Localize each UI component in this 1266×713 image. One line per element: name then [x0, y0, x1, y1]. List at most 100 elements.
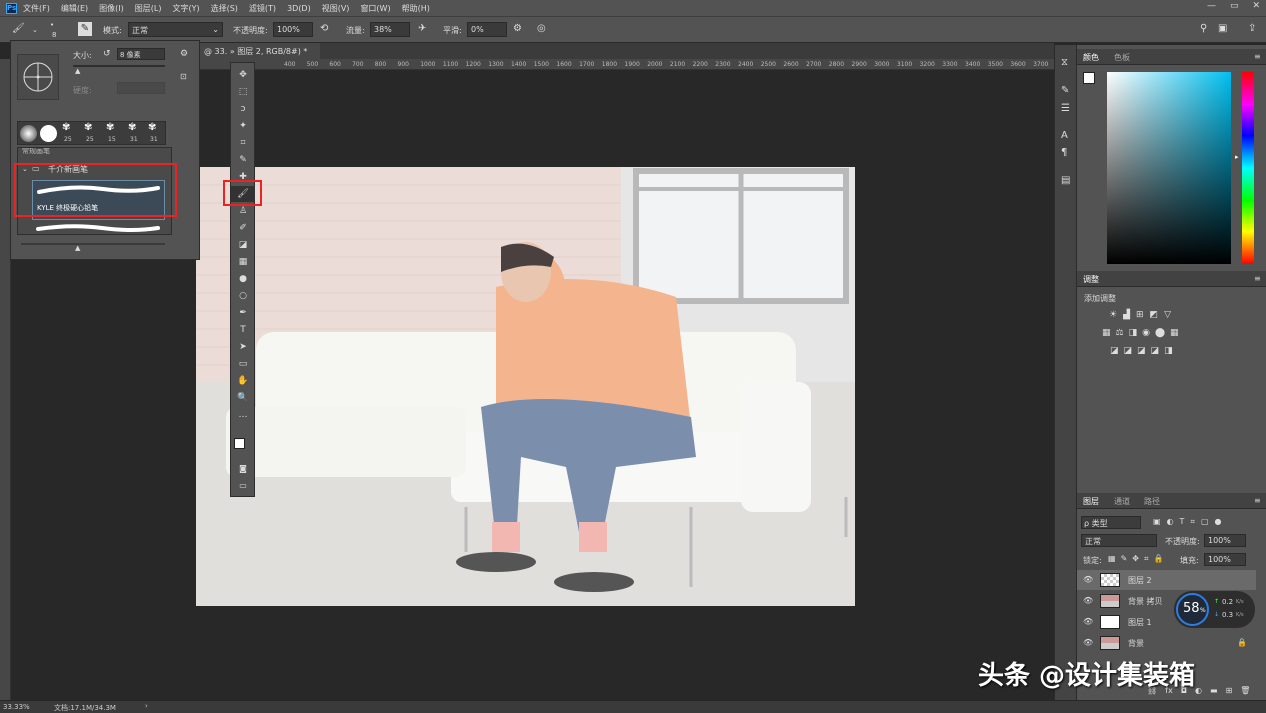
brush-group-collapsed[interactable]: 常规画笔 [22, 148, 50, 156]
chevron-down-icon[interactable]: ⌄ [22, 165, 28, 173]
grass-brush-icon[interactable]: ✾ [148, 122, 156, 133]
foreground-color-swatch[interactable] [234, 438, 245, 449]
hard-round-brush[interactable] [40, 125, 57, 142]
blur-icon[interactable]: ● [231, 271, 255, 287]
crop-icon[interactable]: ⌗ [231, 135, 255, 151]
marquee-icon[interactable]: ⬚ [231, 84, 255, 100]
foreground-color-swatch[interactable] [1083, 72, 1095, 84]
tab-channels[interactable]: 通道 [1114, 496, 1130, 507]
history-brush-icon[interactable]: ✐ [231, 220, 255, 236]
lock-artboard-icon[interactable]: ⌗ [1144, 554, 1149, 564]
gradient-icon[interactable]: ▦ [231, 254, 255, 270]
grass-brush-icon[interactable]: ✾ [84, 122, 92, 133]
hand-icon[interactable]: ✋ [231, 373, 255, 389]
flow-input[interactable]: 38% [370, 22, 410, 37]
mode-select[interactable]: 正常 ⌄ [128, 22, 223, 37]
size-slider[interactable] [73, 65, 165, 67]
search-icon[interactable]: ⚲ [1200, 23, 1207, 34]
gradient-map-icon[interactable]: ◪ [1151, 346, 1160, 356]
soft-round-brush[interactable] [20, 125, 37, 142]
properties-icon[interactable]: ☰ [1061, 103, 1070, 114]
folder-icon[interactable]: ▬ [1210, 686, 1218, 695]
lasso-icon[interactable]: ↄ [231, 101, 255, 117]
color-balance-icon[interactable]: ⚖ [1116, 328, 1124, 338]
black-white-icon[interactable]: ◨ [1129, 328, 1138, 338]
new-preset-icon[interactable]: ⊡ [180, 72, 187, 81]
smart-filter-icon[interactable]: ▢ [1201, 517, 1209, 527]
eyedropper-icon[interactable]: ✎ [231, 152, 255, 168]
brush-icon[interactable]: 🖌 [231, 186, 255, 202]
chevron-down-icon[interactable]: ⌄ [32, 26, 38, 34]
preview-slider-thumb[interactable]: ▲ [75, 244, 80, 252]
menu-3d[interactable]: 3D(D) [287, 4, 311, 13]
color-picker-field[interactable] [1107, 72, 1231, 264]
layer-row[interactable]: 👁 背景 🔒 [1077, 633, 1256, 653]
tab-overflow-icon[interactable]: » [230, 47, 235, 56]
menu-select[interactable]: 选择(S) [211, 3, 238, 14]
adjust-icon[interactable]: ◐ [1195, 686, 1202, 695]
tab-adjustments[interactable]: 调整 [1083, 274, 1099, 285]
canvas-image[interactable] [196, 167, 855, 606]
brush-dot-icon[interactable]: • [50, 21, 54, 29]
screen-mode-icon[interactable]: ▭ [231, 478, 255, 494]
dodge-icon[interactable]: ○ [231, 288, 255, 304]
eye-icon[interactable]: 👁 [1083, 638, 1093, 647]
vibrance-icon[interactable]: ▽ [1164, 310, 1171, 320]
panel-menu-icon[interactable]: ≡ [1254, 52, 1261, 61]
blend-mode-select[interactable]: 正常 [1081, 534, 1157, 547]
rectangle-icon[interactable]: ▭ [231, 356, 255, 372]
path-select-icon[interactable]: ➤ [231, 339, 255, 355]
workspace-icon[interactable]: ▣ [1218, 23, 1227, 34]
photo-filter-icon[interactable]: ◉ [1142, 328, 1150, 338]
adjust-filter-icon[interactable]: ◐ [1167, 517, 1174, 527]
pen-icon[interactable]: ✒ [231, 305, 255, 321]
pressure-opacity-icon[interactable]: ⟲ [320, 23, 328, 34]
hue-slider-thumb[interactable]: ▸ [1235, 153, 1239, 161]
eye-icon[interactable]: 👁 [1083, 575, 1093, 584]
menu-file[interactable]: 文件(F) [23, 3, 50, 14]
stamp-icon[interactable]: ♙ [231, 203, 255, 219]
airbrush-icon[interactable]: ✈ [418, 23, 426, 34]
shape-filter-icon[interactable]: ⌗ [1190, 517, 1195, 527]
panel-menu-icon[interactable]: ≡ [1254, 274, 1261, 283]
reset-size-icon[interactable]: ↺ [103, 49, 111, 59]
brush-settings-icon[interactable]: ✎ [1061, 85, 1069, 96]
panel-menu-icon[interactable]: ≡ [1254, 496, 1261, 505]
gear-icon[interactable]: ⚙ [180, 49, 188, 59]
brightness-icon[interactable]: ☀ [1109, 310, 1117, 320]
minimize-button[interactable]: — [1207, 1, 1216, 11]
type-filter-icon[interactable]: T [1180, 517, 1185, 527]
menu-layer[interactable]: 图层(L) [135, 3, 162, 14]
brush-tool-preset-icon[interactable]: 🖌 [12, 23, 25, 34]
status-menu-arrow-icon[interactable]: › [145, 702, 148, 710]
layer-opacity-input[interactable]: 100% [1204, 534, 1246, 547]
menu-edit[interactable]: 编辑(E) [61, 3, 88, 14]
levels-icon[interactable]: ▟ [1123, 310, 1130, 320]
tab-paths[interactable]: 路径 [1144, 496, 1160, 507]
healing-icon[interactable]: ✚ [231, 169, 255, 185]
network-speed-widget[interactable]: 58 % ↑ 0.2 K/s ↓ 0.3 K/s [1174, 591, 1255, 628]
selective-color-icon[interactable]: ◨ [1164, 346, 1173, 356]
threshold-icon[interactable]: ◪ [1137, 346, 1146, 356]
restore-button[interactable]: ▭ [1230, 1, 1239, 11]
color-lookup-icon[interactable]: ▦ [1170, 328, 1179, 338]
pixel-filter-icon[interactable]: ▣ [1153, 517, 1161, 527]
brush-group-open[interactable]: 千介新画笔 [48, 164, 88, 175]
new-layer-icon[interactable]: ⊞ [1226, 686, 1233, 695]
zoom-icon[interactable]: 🔍 [231, 390, 255, 406]
curves-icon[interactable]: ⊞ [1136, 310, 1144, 320]
menu-view[interactable]: 视图(V) [322, 3, 350, 14]
menu-help[interactable]: 帮助(H) [402, 3, 430, 14]
smoothing-input[interactable]: 0% [467, 22, 507, 37]
hue-slider[interactable] [1242, 72, 1254, 264]
brush-size-badge[interactable]: 8 [52, 31, 56, 39]
posterize-icon[interactable]: ◪ [1124, 346, 1133, 356]
ruler-horizontal[interactable]: 400 500 600 700 800 900 1000 1100 1200 1300 1400 15… [196, 59, 1054, 70]
layer-row[interactable]: 👁 图层 2 [1077, 570, 1256, 590]
hue-sat-icon[interactable]: ▦ [1102, 328, 1111, 338]
eye-icon[interactable]: 👁 [1083, 596, 1093, 605]
gear-icon[interactable]: ⚙ [513, 23, 522, 34]
size-slider-thumb[interactable]: ▲ [75, 67, 80, 75]
lock-transparency-icon[interactable]: ▦ [1108, 554, 1116, 564]
type-icon[interactable]: T [231, 322, 255, 338]
